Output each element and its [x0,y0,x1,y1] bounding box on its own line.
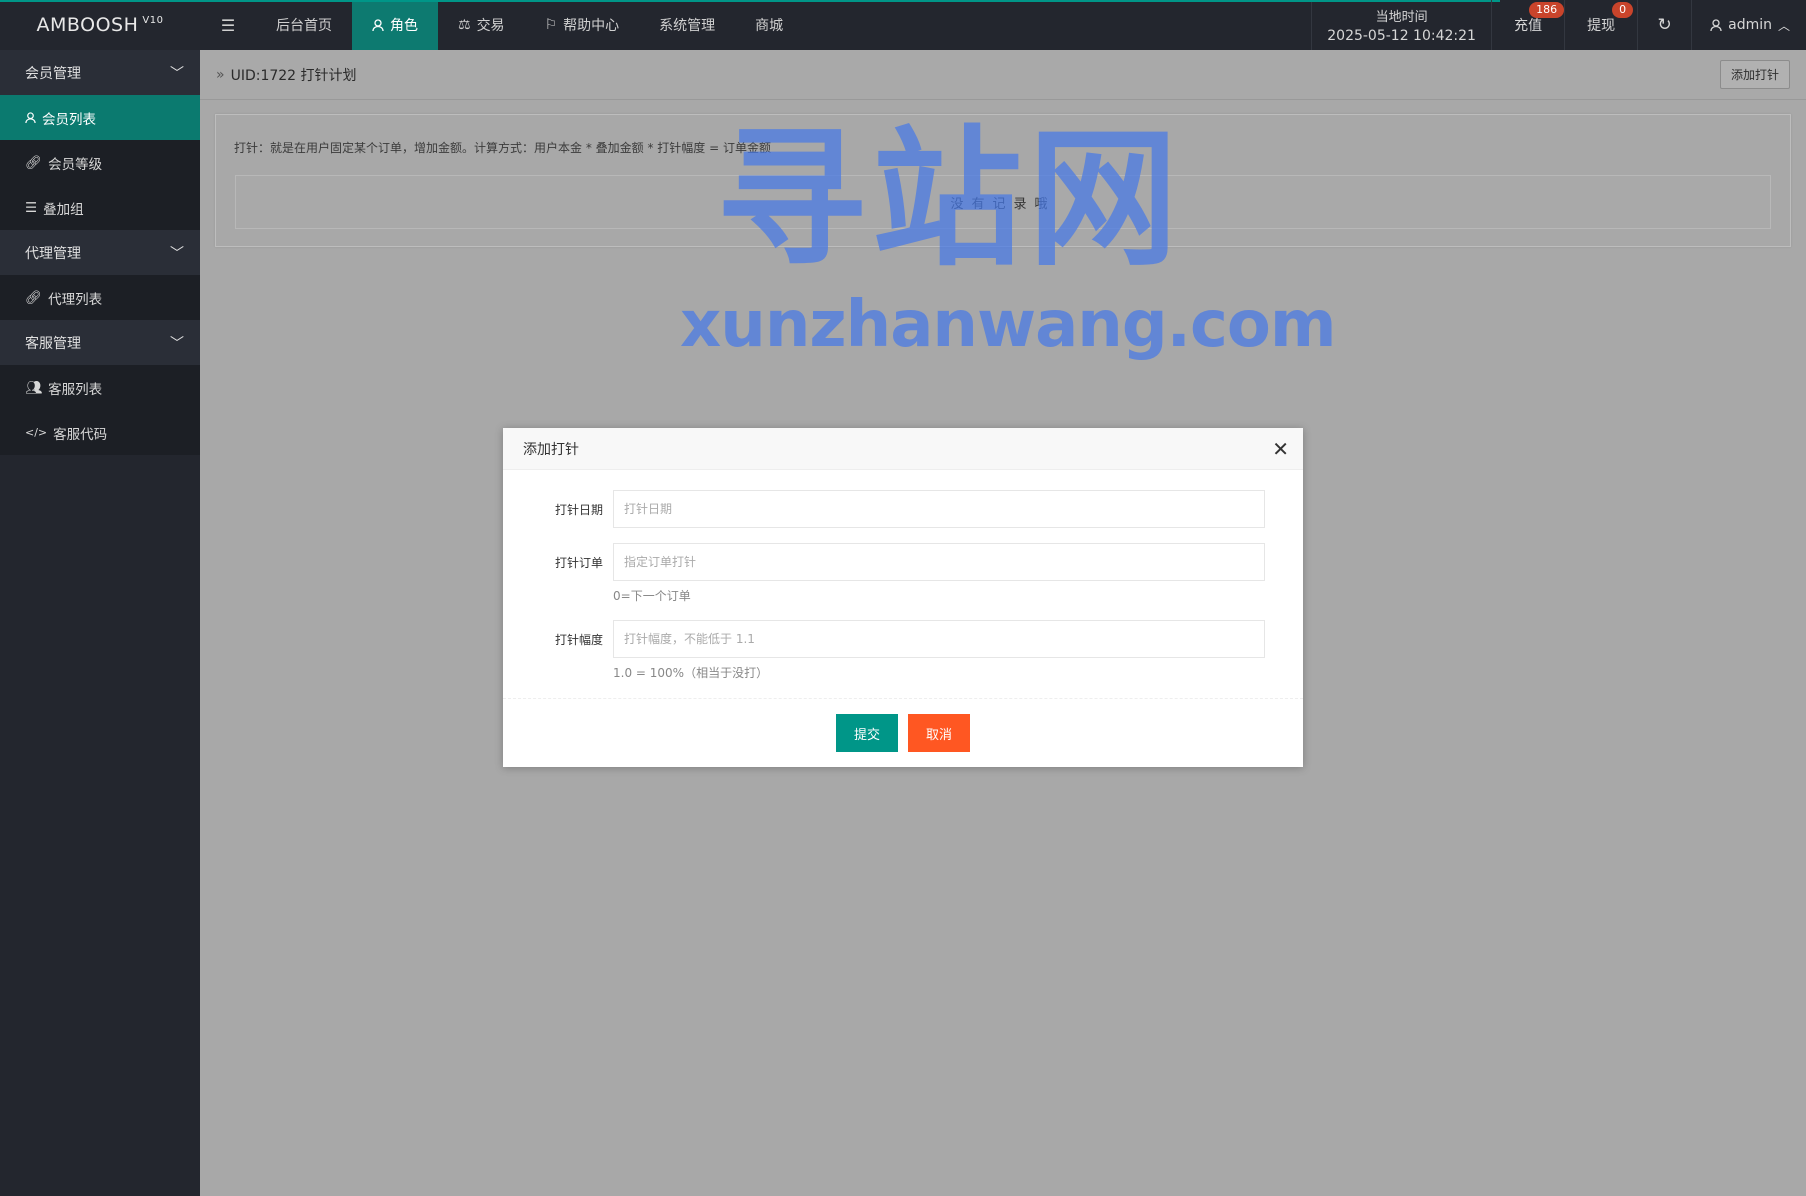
user-menu[interactable]: admin ︿ [1691,0,1806,50]
records-card: 打针：就是在用户固定某个订单，增加金额。计算方式：用户本金 * 叠加金额 * 打… [215,114,1791,247]
breadcrumb: » UID:1722 打针计划 [216,65,357,85]
recharge-label: 充值 [1514,18,1543,34]
form-label: 打针日期 [554,503,603,517]
user-icon [1710,18,1722,31]
injection-order-input[interactable] [613,543,1265,581]
users-icon: 👥︎ [25,379,43,396]
form-label: 打针幅度 [554,633,603,647]
sidebar-group-label: 客服管理 [25,335,81,352]
user-name: admin [1728,17,1772,33]
link-icon: 🔗︎ [25,154,43,171]
clock-label: 当地时间 [1375,10,1428,25]
injection-date-input[interactable] [613,490,1265,528]
withdraw-label: 提现 [1587,18,1616,34]
list-icon: ☰ [25,199,38,216]
scale-icon: ⚖ [458,17,471,33]
sidebar-item-label: 客服列表 [48,381,103,398]
nav-item-shop[interactable]: 商城 [735,0,803,50]
sidebar-group-label: 会员管理 [25,65,81,82]
nav-item-system[interactable]: 系统管理 [639,0,735,50]
withdraw-badge: 0 [1612,2,1634,18]
double-chevron-icon: » [216,66,225,83]
top-nav: ☰ 后台首页 角色 ⚖ 交易 ⚐ 帮助中心 系统管理 商城 [200,0,803,50]
sidebar: 会员管理 ﹀ 会员列表 🔗︎ 会员等级 ☰ 叠加组 代理管理 ﹀ 🔗︎ 代理列表… [0,50,200,1196]
nav-item-label: 交易 [476,18,505,34]
nav-item-label: 系统管理 [659,18,716,34]
injection-amplitude-input[interactable] [613,620,1265,658]
form-help: 1.0 = 100%（相当于没打） [613,666,769,680]
dialog-header: 添加打针 ✕ [503,428,1303,470]
nav-item-label: 商城 [755,18,784,34]
dialog-footer: 提交 取消 [503,698,1303,767]
dialog-title: 添加打针 [523,441,579,458]
chevron-down-icon: ﹀ [170,65,184,82]
form-label: 打针订单 [554,556,603,570]
sidebar-item-label: 会员列表 [42,111,96,128]
refresh-icon: ↻ [1657,15,1672,35]
sidebar-item-label: 客服代码 [53,426,108,443]
sidebar-item-label: 叠加组 [43,201,84,218]
clock-time: 2025-05-12 10:42:21 [1327,28,1476,44]
flag-icon: ⚐ [544,17,558,33]
local-clock: 当地时间 2025-05-12 10:42:21 [1311,0,1491,50]
code-icon: </> [25,426,48,439]
nav-item-role[interactable]: 角色 [352,0,438,50]
top-bar: AMBOOSH V10 ☰ 后台首页 角色 ⚖ 交易 ⚐ 帮助中心 系统管理 商城… [0,0,1806,50]
app-name: AMBOOSH [36,14,139,36]
nav-item-home[interactable]: 后台首页 [256,0,352,50]
chevron-down-icon: ﹀ [170,335,184,352]
form-help: 0=下一个订单 [613,589,691,603]
loading-progress-bar [0,0,1500,2]
add-injection-button[interactable]: 添加打针 [1719,60,1790,89]
cancel-button[interactable]: 取消 [908,714,971,752]
chevron-up-icon: ︿ [1777,18,1790,33]
sidebar-item-support-code[interactable]: </> 客服代码 [0,410,200,455]
sidebar-item-member-level[interactable]: 🔗︎ 会员等级 [0,140,200,185]
sidebar-group-members[interactable]: 会员管理 ﹀ [0,50,200,95]
sidebar-group-support[interactable]: 客服管理 ﹀ [0,320,200,365]
sidebar-group-label: 代理管理 [25,245,81,262]
breadcrumb-bar: » UID:1722 打针计划 添加打针 [200,50,1806,100]
add-injection-dialog: 添加打针 ✕ 打针日期 打针订单 0=下一个订单 打针幅度 1.0 = 100%… [503,428,1303,767]
sidebar-item-label: 代理列表 [48,291,103,308]
menu-toggle-button[interactable]: ☰ [200,0,256,50]
breadcrumb-text: UID:1722 打针计划 [230,67,357,84]
app-logo[interactable]: AMBOOSH V10 [0,0,200,50]
recharge-button[interactable]: 充值 186 [1491,0,1565,50]
user-icon [25,111,36,123]
sidebar-item-member-list[interactable]: 会员列表 [0,95,200,140]
nav-item-help[interactable]: ⚐ 帮助中心 [525,0,640,50]
empty-records: 没有记录哦 [235,175,1771,229]
nav-item-label: 角色 [390,18,418,34]
submit-button[interactable]: 提交 [835,714,898,752]
sidebar-item-label: 会员等级 [48,156,103,173]
chevron-down-icon: ﹀ [170,245,184,262]
link-icon: 🔗︎ [25,289,43,306]
injection-tip: 打针：就是在用户固定某个订单，增加金额。计算方式：用户本金 * 叠加金额 * 打… [234,141,771,155]
nav-item-label: 后台首页 [276,18,332,34]
refresh-button[interactable]: ↻ [1637,0,1691,50]
sidebar-item-support-list[interactable]: 👥︎ 客服列表 [0,365,200,410]
menu-toggle-icon: ☰ [220,15,236,35]
nav-item-label: 帮助中心 [563,18,620,34]
sidebar-item-stack-group[interactable]: ☰ 叠加组 [0,185,200,230]
sidebar-group-agents[interactable]: 代理管理 ﹀ [0,230,200,275]
recharge-badge: 186 [1529,2,1565,18]
top-right-tools: 当地时间 2025-05-12 10:42:21 充值 186 提现 0 ↻ a… [1311,0,1806,50]
app-version: V10 [142,14,164,26]
close-icon[interactable]: ✕ [1272,437,1289,461]
sidebar-item-agent-list[interactable]: 🔗︎ 代理列表 [0,275,200,320]
withdraw-button[interactable]: 提现 0 [1564,0,1637,50]
user-icon [372,18,384,31]
nav-item-trade[interactable]: ⚖ 交易 [438,0,525,50]
